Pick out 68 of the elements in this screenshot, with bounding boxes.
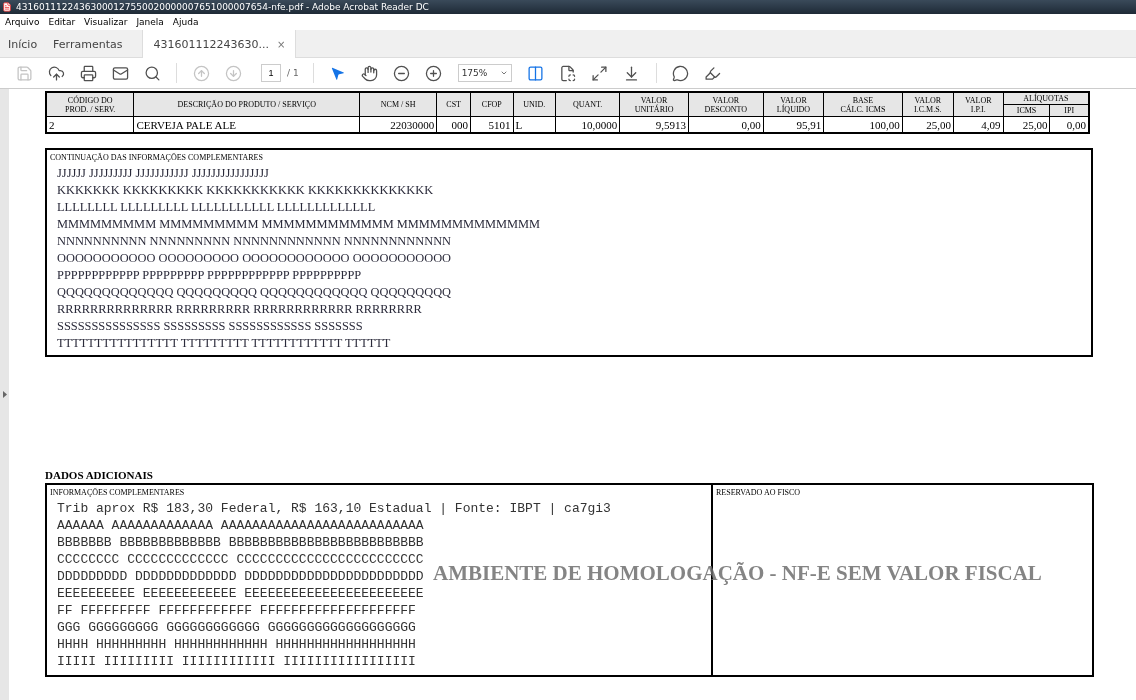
text-line: MMMMMMMMM MMMMMMMMM MMMMMMMMMMMM MMMMMMMMMMMMM bbox=[57, 216, 541, 233]
close-icon[interactable]: × bbox=[276, 38, 286, 50]
column-header: CÓDIGO DO PROD. / SERV. bbox=[46, 92, 134, 117]
tab-label: Ferramentas bbox=[53, 37, 123, 51]
expand-button[interactable] bbox=[589, 63, 610, 83]
page-number-field[interactable]: 1 bbox=[261, 64, 281, 82]
tab[interactable]: Início bbox=[0, 30, 46, 58]
column-header: VALOR I.C.M.S. bbox=[902, 92, 954, 117]
fit-width-button[interactable] bbox=[525, 63, 546, 83]
column-header: DESCRIÇÃO DO PRODUTO / SERVIÇO bbox=[133, 92, 360, 117]
section-title: DADOS ADICIONAIS bbox=[45, 469, 154, 481]
upload-button[interactable] bbox=[46, 63, 66, 83]
text-line: LLLLLLLL LLLLLLLLL LLLLLLLLLLL LLLLLLLLLLLLL bbox=[57, 199, 376, 216]
text-line: TTTTTTTTTTTTTTTT TTTTTTTTT TTTTTTTTTTTT TTTTTT bbox=[57, 335, 391, 352]
print-button[interactable] bbox=[78, 63, 98, 83]
text-line: KKKKKKK KKKKKKKKK KKKKKKKKKKK KKKKKKKKKKKKKK bbox=[57, 182, 434, 199]
tab-label: Início bbox=[8, 37, 38, 51]
column-header: BASE CÁLC. ICMS bbox=[823, 92, 903, 117]
column-header: VALOR LÍQUIDO bbox=[763, 92, 824, 117]
text-line: RRRRRRRRRRRRRR RRRRRRRRR RRRRRRRRRRRR RRRRRRRR bbox=[57, 301, 422, 318]
comment-button[interactable] bbox=[670, 63, 691, 83]
section-title: CONTINUAÇÃO DAS INFORMAÇÕES COMPLEMENTARES bbox=[50, 153, 264, 162]
section-title: RESERVADO AO FISCO bbox=[716, 488, 802, 497]
text-line: QQQQQQQQQQQQQ QQQQQQQQQ QQQQQQQQQQQQ QQQQQQQQQ bbox=[57, 284, 452, 301]
hand-button[interactable] bbox=[359, 63, 380, 83]
page-total: / 1 bbox=[287, 68, 299, 78]
menu-item[interactable]: Ajuda bbox=[172, 17, 199, 27]
text-line: SSSSSSSSSSSSSSS SSSSSSSSS SSSSSSSSSSSS SSSSSSS bbox=[57, 318, 363, 335]
column-header: UNID. bbox=[513, 92, 556, 117]
column-header: VALOR I.P.I. bbox=[953, 92, 1004, 117]
column-header: VALOR DESCONTO bbox=[688, 92, 764, 117]
column-header: VALOR UNITÁRIO bbox=[619, 92, 689, 117]
text-line: GGG GGGGGGGGG GGGGGGGGGGGG GGGGGGGGGGGGGGGGGGG bbox=[57, 619, 416, 636]
text-line: CCCCCCCC CCCCCCCCCCCCC CCCCCCCCCCCCCCCCCCCCCCCC bbox=[57, 551, 424, 568]
tab[interactable]: Ferramentas bbox=[45, 30, 131, 58]
expand-panel-icon[interactable] bbox=[2, 391, 7, 398]
zoom-dropdown[interactable]: 175% bbox=[457, 64, 512, 82]
column-header: QUANT. bbox=[555, 92, 620, 117]
menu-item[interactable]: Editar bbox=[48, 17, 76, 27]
table-cell: L bbox=[513, 116, 556, 133]
text-line: DDDDDDDDD DDDDDDDDDDDDD DDDDDDDDDDDDDDDDDDDDDDD bbox=[57, 568, 424, 585]
tab[interactable]: 431601112243630... × bbox=[142, 30, 297, 58]
text-line: FF FFFFFFFFF FFFFFFFFFFFF FFFFFFFFFFFFFFFFFFFF bbox=[57, 602, 416, 619]
zoom-in-button[interactable] bbox=[423, 63, 444, 83]
column-header: CST bbox=[436, 92, 471, 117]
text-line: Trib aprox R$ 183,30 Federal, R$ 163,10 Estadual | Fonte: IBPT | ca7gi3 bbox=[57, 500, 611, 517]
caret-icon bbox=[499, 69, 508, 77]
table-cell: 2 bbox=[46, 116, 134, 133]
text-line: HHHH HHHHHHHHH HHHHHHHHHHHH HHHHHHHHHHHHHHHHHH bbox=[57, 636, 416, 653]
text-line: OOOOOOOOOOO OOOOOOOOO OOOOOOOOOOOO OOOOOOOOOOO bbox=[57, 250, 452, 267]
text-line: BBBBBBB BBBBBBBBBBBBB BBBBBBBBBBBBBBBBBBBBBBBBB bbox=[57, 534, 424, 551]
column-group-header: ALÍQUOTAS bbox=[1003, 92, 1089, 105]
menu-item[interactable]: Arquivo bbox=[5, 17, 40, 27]
zoom-out-button[interactable] bbox=[391, 63, 412, 83]
window-title: 43160111224363000127550020000007651000007654-nfe.pdf - Adobe Acrobat Reader DC bbox=[16, 2, 429, 12]
text-line: AAAAAA AAAAAAAAAAAAA AAAAAAAAAAAAAAAAAAAAAAAAAA bbox=[57, 517, 424, 534]
column-header: NCM / SH bbox=[359, 92, 437, 117]
pdf-icon bbox=[2, 2, 12, 12]
text-line: NNNNNNNNNN NNNNNNNNN NNNNNNNNNNNN NNNNNNNNNNNN bbox=[57, 233, 452, 250]
menu-item[interactable]: Visualizar bbox=[84, 17, 128, 27]
text-line: PPPPPPPPPPPP PPPPPPPPP PPPPPPPPPPPP PPPPPPPPPP bbox=[57, 267, 362, 284]
column-header: CFOP bbox=[470, 92, 514, 117]
text-line: EEEEEEEEEE EEEEEEEEEEEE EEEEEEEEEEEEEEEEEEEEEEE bbox=[57, 585, 424, 602]
text-line: IIIII IIIIIIIII IIIIIIIIIIII IIIIIIIIIIIIIIIII bbox=[57, 653, 416, 670]
menu-item[interactable]: Janela bbox=[136, 17, 164, 27]
text-line: JJJJJJ JJJJJJJJJ JJJJJJJJJJJ JJJJJJJJJJJJJJJJ bbox=[57, 165, 269, 182]
tab-label: 431601112243630... bbox=[153, 37, 269, 51]
section-title: INFORMAÇÕES COMPLEMENTARES bbox=[50, 488, 186, 497]
